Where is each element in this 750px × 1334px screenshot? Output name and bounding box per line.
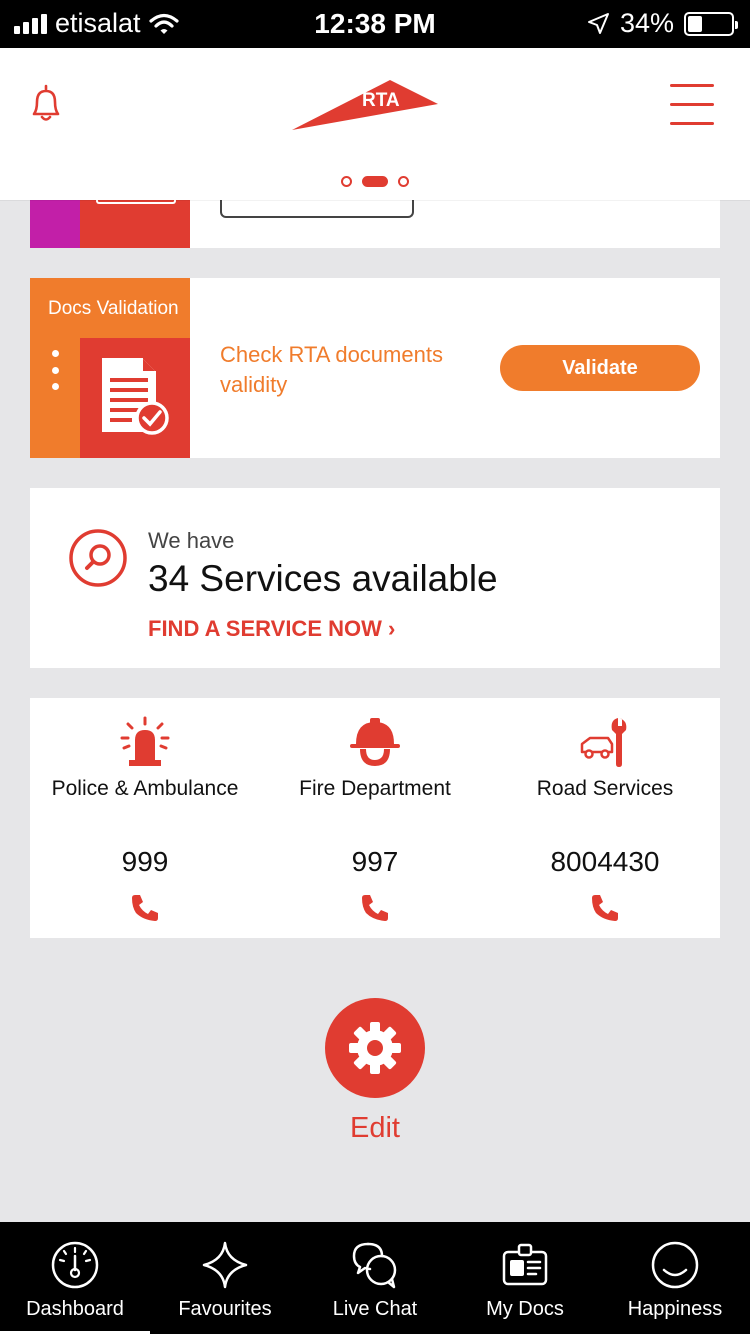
- car-wrench-icon: [580, 718, 627, 767]
- tab-label: Dashboard: [26, 1298, 124, 1320]
- services-intro: We have: [148, 528, 235, 553]
- tab-label: My Docs: [486, 1298, 564, 1320]
- validate-button[interactable]: Validate: [500, 345, 700, 391]
- carousel-dot[interactable]: [398, 176, 409, 187]
- search-icon: [69, 529, 127, 587]
- tab-label: Happiness: [627, 1298, 723, 1320]
- services-count: 34 Services available: [148, 558, 498, 599]
- bottom-tab-bar: Dashboard Favourites Live Chat My Docs H…: [0, 1222, 750, 1334]
- emergency-label: Fire Department: [299, 777, 451, 800]
- app-header: RTA: [0, 48, 750, 200]
- siren-icon: [120, 716, 170, 766]
- phone-icon[interactable]: [589, 892, 621, 924]
- chat-bubbles-icon: [352, 1242, 397, 1289]
- status-bar: etisalat 12:38 PM 34%: [0, 0, 750, 48]
- find-service-link[interactable]: FIND A SERVICE NOW ›: [148, 616, 395, 642]
- edit-button[interactable]: [325, 998, 425, 1098]
- carousel-dots: [0, 176, 750, 187]
- docs-validation-card: Docs Validation Check RTA documents vali…: [30, 278, 720, 458]
- fire-helmet-icon: [350, 718, 400, 766]
- battery-fill: [688, 15, 702, 32]
- rta-logo-mark: RTA: [292, 80, 438, 130]
- signal-icon: [14, 13, 47, 34]
- notification-bell-icon[interactable]: [24, 82, 68, 126]
- tab-label: Favourites: [178, 1298, 272, 1320]
- emergency-number: 999: [121, 846, 169, 877]
- emergency-contacts-card: Police & Ambulance 999 Fire Department 9…: [30, 698, 720, 938]
- phone-icon[interactable]: [359, 892, 391, 924]
- gear-icon: [349, 1022, 401, 1074]
- smile-icon: [651, 1241, 699, 1289]
- star-icon: [202, 1241, 248, 1289]
- tab-happiness[interactable]: Happiness: [600, 1222, 750, 1334]
- wifi-icon: [148, 13, 179, 34]
- services-card: We have 34 Services available FIND A SER…: [30, 488, 720, 668]
- emergency-label: Road Services: [536, 777, 674, 800]
- tab-live-chat[interactable]: Live Chat: [300, 1222, 450, 1334]
- carrier-name: etisalat: [55, 8, 141, 38]
- emergency-road[interactable]: Road Services 8004430: [490, 698, 720, 938]
- tab-dashboard[interactable]: Dashboard: [0, 1222, 150, 1334]
- hamburger-menu-icon[interactable]: [670, 84, 716, 128]
- docs-validation-label: Docs Validation: [48, 298, 179, 319]
- more-options-icon[interactable]: [48, 350, 62, 390]
- location-arrow-icon: [587, 12, 609, 34]
- status-right: 34%: [586, 8, 738, 39]
- carrier-group: etisalat: [14, 8, 179, 39]
- tab-my-docs[interactable]: My Docs: [450, 1222, 600, 1334]
- battery-percent: 34%: [619, 8, 674, 38]
- id-card-icon: [502, 1243, 548, 1286]
- emergency-label: Police & Ambulance: [51, 777, 239, 800]
- emergency-police[interactable]: Police & Ambulance 999: [30, 698, 260, 938]
- tab-label: Live Chat: [332, 1298, 418, 1320]
- carousel-dot-active[interactable]: [362, 176, 388, 187]
- edit-label[interactable]: Edit: [0, 1112, 750, 1145]
- emergency-fire[interactable]: Fire Department 997: [260, 698, 490, 938]
- document-check-icon: [80, 338, 190, 458]
- docs-description: Check RTA documents validity: [220, 342, 443, 397]
- tab-favourites[interactable]: Favourites: [150, 1222, 300, 1334]
- emergency-number: 997: [351, 846, 399, 877]
- battery-icon: [684, 11, 738, 36]
- rta-logo: RTA: [290, 74, 440, 134]
- emergency-number: 8004430: [550, 846, 660, 877]
- carousel-dot[interactable]: [341, 176, 352, 187]
- phone-icon[interactable]: [129, 892, 161, 924]
- dashboard-gauge-icon: [51, 1241, 99, 1289]
- rta-logo-text: RTA: [362, 90, 400, 111]
